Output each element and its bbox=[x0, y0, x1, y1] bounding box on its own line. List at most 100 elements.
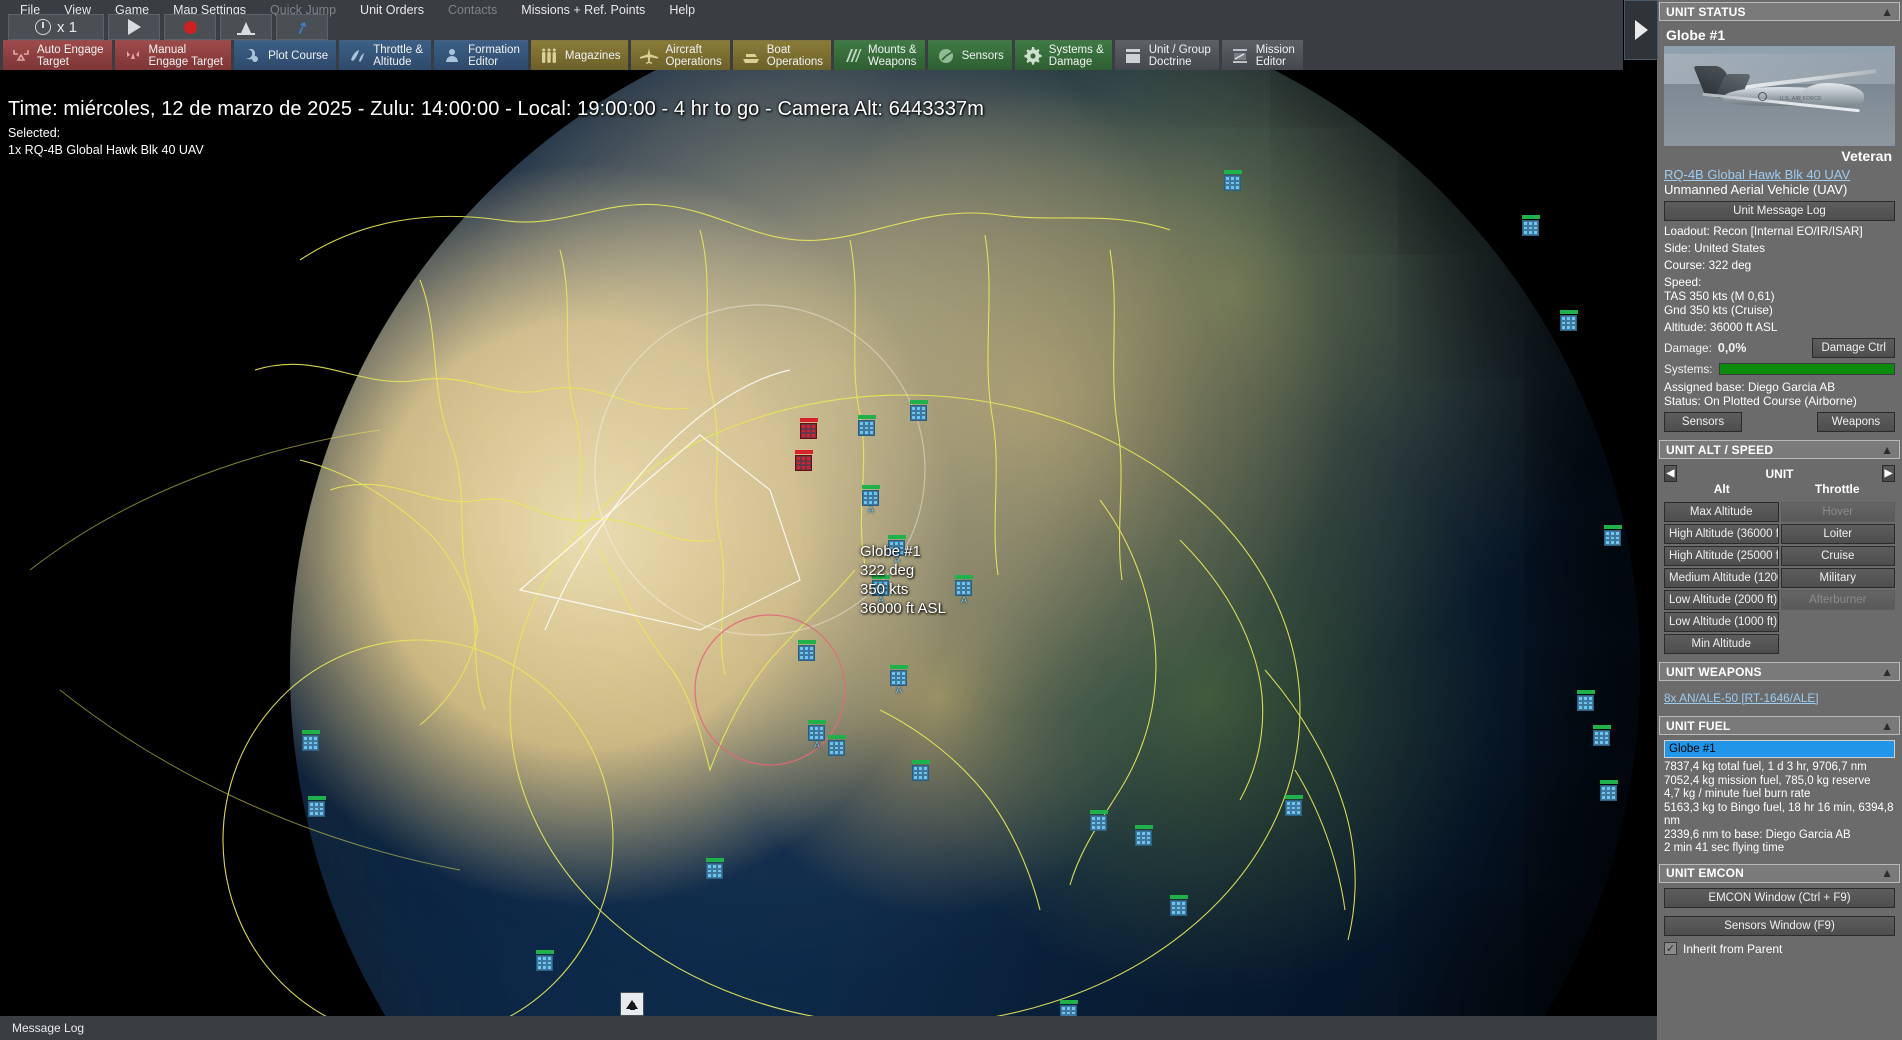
damage-label: Damage: bbox=[1664, 341, 1712, 355]
collapse-chevron-icon[interactable]: ▲ bbox=[1881, 665, 1893, 679]
toolbar-button-aircraft-operations[interactable]: Aircraft Operations bbox=[631, 40, 729, 70]
alt-button-high-altitude-36000-ft[interactable]: High Altitude (36000 ft) bbox=[1664, 524, 1779, 544]
unit-fuel-header[interactable]: UNIT FUEL ▲ bbox=[1659, 716, 1900, 735]
unit-emcon-header[interactable]: UNIT EMCON ▲ bbox=[1659, 864, 1900, 883]
fuel-line-2: 4,7 kg / minute fuel burn rate bbox=[1664, 788, 1895, 802]
toolbar-button-magazines[interactable]: Magazines bbox=[531, 40, 629, 70]
unit-loadout: Loadout: Recon [Internal EO/IR/ISAR] bbox=[1664, 224, 1895, 238]
pointer-button[interactable]: ➚ bbox=[276, 14, 328, 40]
inherit-checkbox[interactable]: ✓ bbox=[1664, 942, 1677, 955]
unit-status-header[interactable]: UNIT STATUS ▲ bbox=[1659, 2, 1900, 21]
unit-message-log-button[interactable]: Unit Message Log bbox=[1664, 201, 1895, 221]
toolbar-button-formation-editor[interactable]: Formation Editor bbox=[434, 40, 528, 70]
collapse-chevron-icon[interactable]: ▲ bbox=[1881, 719, 1893, 733]
toolbar-button-label: Mission Editor bbox=[1256, 44, 1295, 68]
simulation-control-bar: x 1 ➚ bbox=[0, 14, 1623, 40]
unit-alt-speed-header[interactable]: UNIT ALT / SPEED ▲ bbox=[1659, 440, 1900, 459]
prev-unit-button[interactable]: ◀ bbox=[1664, 465, 1677, 482]
message-log-label: Message Log bbox=[12, 1021, 84, 1035]
damage-control-button[interactable]: Damage Ctrl bbox=[1812, 338, 1895, 358]
unit-name: Globe #1 bbox=[1664, 26, 1895, 46]
sensors-button[interactable]: Sensors bbox=[1664, 412, 1742, 432]
systems-label: Systems: bbox=[1664, 362, 1713, 376]
unit-status-title: UNIT STATUS bbox=[1666, 5, 1746, 19]
inherit-label: Inherit from Parent bbox=[1683, 942, 1782, 956]
systems-health-bar bbox=[1719, 363, 1895, 375]
boat-icon bbox=[741, 46, 761, 66]
fuel-line-1: 7052,4 kg mission fuel, 785,0 kg reserve bbox=[1664, 775, 1895, 789]
throttle-column-label: Throttle bbox=[1780, 482, 1896, 502]
alt-throttle-grid: Max AltitudeHoverHigh Altitude (36000 ft… bbox=[1664, 502, 1895, 654]
toolbar-button-unit-group-doctrine[interactable]: Unit / Group Doctrine bbox=[1115, 40, 1219, 70]
fuel-unit-select[interactable]: Globe #1 bbox=[1664, 740, 1895, 758]
toolbar-button-boat-operations[interactable]: Boat Operations bbox=[733, 40, 831, 70]
record-button[interactable] bbox=[164, 14, 216, 40]
expand-message-log-button[interactable] bbox=[620, 992, 644, 1016]
fuel-line-3: 5163,3 kg to Bingo fuel, 18 hr 16 min, 6… bbox=[1664, 802, 1895, 829]
plot-course-icon bbox=[242, 46, 262, 66]
next-unit-button[interactable]: ▶ bbox=[1882, 465, 1895, 482]
fuel-line-4: 2339,6 nm to base: Diego Garcia AB bbox=[1664, 829, 1895, 843]
toolbar-button-mission-editor[interactable]: Mission Editor bbox=[1222, 40, 1303, 70]
alt-button-high-altitude-25000-ft[interactable]: High Altitude (25000 ft) bbox=[1664, 546, 1779, 566]
throttle-button-cruise[interactable]: Cruise bbox=[1781, 546, 1896, 566]
formation-icon bbox=[442, 46, 462, 66]
toolbar-button-label: Mounts & Weapons bbox=[868, 44, 917, 68]
fuel-details: 7837,4 kg total fuel, 1 d 3 hr, 9706,7 n… bbox=[1664, 761, 1895, 856]
unit-status-button-row: Sensors Weapons bbox=[1664, 412, 1895, 432]
unit-course: Course: 322 deg bbox=[1664, 258, 1895, 272]
unit-side: Side: United States bbox=[1664, 241, 1895, 255]
toolbar-button-label: Manual Engage Target bbox=[149, 44, 224, 68]
systems-icon bbox=[1023, 46, 1043, 66]
toolbar-button-systems-damage[interactable]: Systems & Damage bbox=[1015, 40, 1112, 70]
throttle-button-military[interactable]: Military bbox=[1781, 568, 1896, 588]
toolbar-button-label: Magazines bbox=[565, 50, 621, 62]
toolbar-button-auto-engage-target[interactable]: Auto Engage Target bbox=[3, 40, 112, 70]
collapse-chevron-icon[interactable]: ▲ bbox=[1881, 443, 1893, 457]
fuel-line-0: 7837,4 kg total fuel, 1 d 3 hr, 9706,7 n… bbox=[1664, 761, 1895, 775]
clock-icon bbox=[35, 19, 51, 35]
unit-status-line: Status: On Plotted Course (Airborne) bbox=[1664, 394, 1895, 408]
unit-altitude: Altitude: 36000 ft ASL bbox=[1664, 320, 1895, 334]
weapons-button[interactable]: Weapons bbox=[1817, 412, 1895, 432]
alt-speed-tab-row: ◀ UNIT ▶ bbox=[1664, 464, 1895, 482]
emcon-window-button[interactable]: EMCON Window (Ctrl + F9) bbox=[1664, 888, 1895, 908]
alt-button-low-altitude-2000-ft[interactable]: Low Altitude (2000 ft) bbox=[1664, 590, 1779, 610]
time-compression-button[interactable]: x 1 bbox=[8, 14, 104, 40]
alt-button-low-altitude-1000-ft[interactable]: Low Altitude (1000 ft) bbox=[1664, 612, 1779, 632]
toolbar-button-mounts-weapons[interactable]: Mounts & Weapons bbox=[834, 40, 925, 70]
inherit-from-parent-row[interactable]: ✓ Inherit from Parent bbox=[1664, 942, 1895, 956]
layers-button[interactable] bbox=[220, 14, 272, 40]
unit-type: Unmanned Aerial Vehicle (UAV) bbox=[1664, 182, 1895, 197]
weapon-item-link[interactable]: 8x AN/ALE-50 [RT-1646/ALE] bbox=[1664, 691, 1895, 705]
toolbar-button-manual-engage-target[interactable]: Manual Engage Target bbox=[115, 40, 232, 70]
unit-weapons-header[interactable]: UNIT WEAPONS ▲ bbox=[1659, 662, 1900, 681]
collapse-chevron-icon[interactable]: ▲ bbox=[1881, 5, 1893, 19]
sidebar-toggle-button[interactable] bbox=[1624, 0, 1658, 60]
message-log-bar[interactable]: Message Log bbox=[0, 1016, 1657, 1040]
damage-row: Damage: 0,0% Damage Ctrl bbox=[1664, 338, 1895, 358]
sensors-window-button[interactable]: Sensors Window (F9) bbox=[1664, 916, 1895, 936]
play-button[interactable] bbox=[108, 14, 160, 40]
map-canvas[interactable]: A A A A A A Time: miércoles, 12 de marzo… bbox=[0, 70, 1657, 1040]
record-icon bbox=[184, 21, 197, 34]
alt-button-max-altitude[interactable]: Max Altitude bbox=[1664, 502, 1779, 522]
toolbar-button-plot-course[interactable]: Plot Course bbox=[234, 40, 336, 70]
pointer-icon: ➚ bbox=[292, 17, 311, 38]
map-unit-icon[interactable] bbox=[1522, 215, 1540, 236]
unit-speed-tas: TAS 350 kts (M 0,61) bbox=[1664, 289, 1895, 303]
empty-cell bbox=[1781, 634, 1896, 654]
damage-value: 0,0% bbox=[1718, 341, 1747, 355]
unit-status-body: Globe #1 U.S. AIR FORCE Veteran RQ-4B Gl… bbox=[1659, 23, 1900, 437]
alt-button-medium-altitude-12000-ft[interactable]: Medium Altitude (12000 ft) bbox=[1664, 568, 1779, 588]
collapse-chevron-icon[interactable]: ▲ bbox=[1881, 866, 1893, 880]
unit-class-link[interactable]: RQ-4B Global Hawk Blk 40 UAV bbox=[1664, 167, 1895, 182]
toolbar-button-sensors[interactable]: Sensors bbox=[928, 40, 1012, 70]
toolbar-button-throttle-altitude[interactable]: Throttle & Altitude bbox=[339, 40, 431, 70]
alt-speed-scope-label: UNIT bbox=[1766, 467, 1794, 481]
map-unit-icon[interactable] bbox=[1560, 310, 1578, 331]
unit-rank: Veteran bbox=[1664, 146, 1895, 167]
alt-speed-columns: Alt Throttle bbox=[1664, 482, 1895, 502]
throttle-button-loiter[interactable]: Loiter bbox=[1781, 524, 1896, 544]
alt-button-min-altitude[interactable]: Min Altitude bbox=[1664, 634, 1779, 654]
